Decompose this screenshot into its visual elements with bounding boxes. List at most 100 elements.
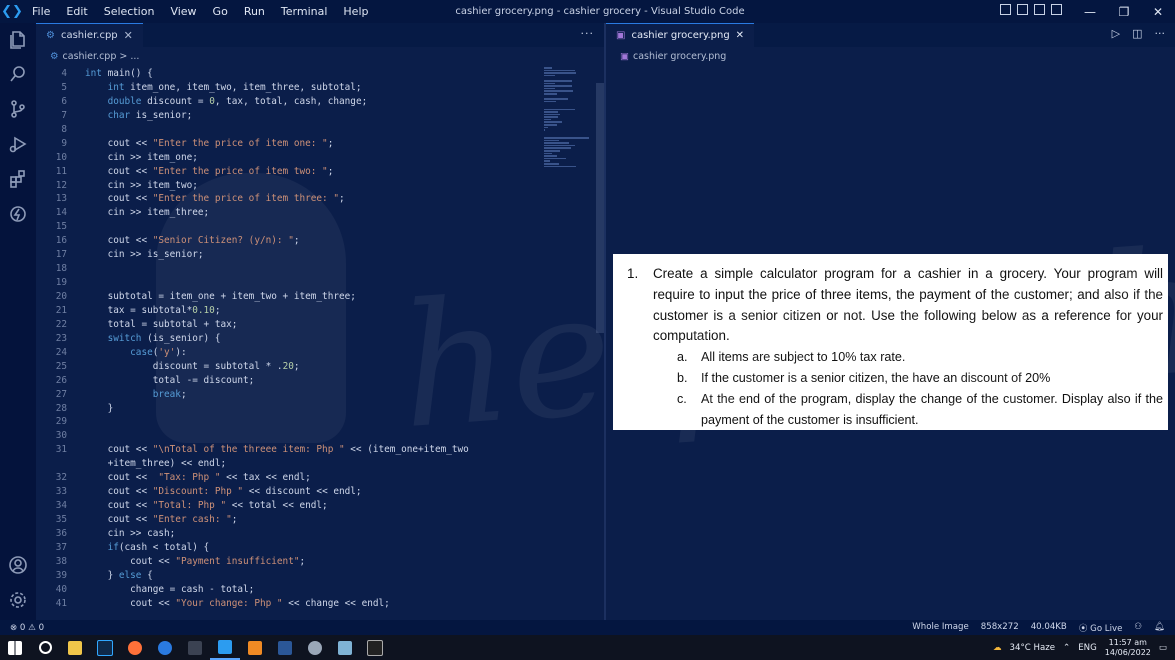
code-line[interactable]: 6 double discount = 0, tax, total, cash,… xyxy=(36,95,596,109)
go-live-button[interactable]: ⦿ Go Live xyxy=(1079,622,1123,634)
menu-selection[interactable]: Selection xyxy=(96,5,163,18)
code-line[interactable]: 33 cout << "Discount: Php " << discount … xyxy=(36,485,596,499)
minimap[interactable] xyxy=(544,67,596,168)
split-editor-icon[interactable]: ◫ xyxy=(1132,27,1142,40)
code-line[interactable]: 16 cout << "Senior Citizen? (y/n): "; xyxy=(36,234,596,248)
toggle-panel-icon[interactable] xyxy=(1017,4,1028,15)
code-line[interactable]: 25 discount = subtotal * .20; xyxy=(36,360,596,374)
browser-icon[interactable] xyxy=(150,635,180,660)
tab-cashier-cpp[interactable]: ⚙ cashier.cpp ✕ xyxy=(36,23,143,48)
code-line[interactable]: 27 break; xyxy=(36,388,596,402)
close-tab-icon[interactable]: ✕ xyxy=(124,29,133,42)
clock[interactable]: 11:57 am 14/06/2022 xyxy=(1105,638,1151,658)
code-line[interactable]: 11 cout << "Enter the price of item two:… xyxy=(36,165,596,179)
search-icon[interactable] xyxy=(6,62,30,86)
menu-run[interactable]: Run xyxy=(236,5,273,18)
code-line[interactable]: 4 int main() { xyxy=(36,67,596,81)
code-line[interactable]: 15 xyxy=(36,220,596,234)
code-line[interactable]: 26 total -= discount; xyxy=(36,374,596,388)
toggle-sidebar-icon[interactable] xyxy=(1000,4,1011,15)
app-icon[interactable] xyxy=(330,635,360,660)
breadcrumb[interactable]: ▣ cashier grocery.png xyxy=(606,47,1175,65)
code-line[interactable]: 9 cout << "Enter the price of item one: … xyxy=(36,137,596,151)
app-icon[interactable] xyxy=(240,635,270,660)
editor-scrollbar[interactable] xyxy=(596,83,604,333)
code-line[interactable]: 41 cout << "Your change: Php " << change… xyxy=(36,597,596,611)
code-line[interactable]: 34 cout << "Total: Php " << total << end… xyxy=(36,499,596,513)
run-icon[interactable]: ▷ xyxy=(1112,27,1120,40)
close-tab-icon[interactable]: ✕ xyxy=(736,30,744,41)
file-explorer-icon[interactable] xyxy=(60,635,90,660)
code-line[interactable]: 32 cout << "Tax: Php " << tax << endl; xyxy=(36,471,596,485)
menu-go[interactable]: Go xyxy=(205,5,236,18)
notification-center-icon[interactable]: ▭ xyxy=(1159,643,1167,653)
code-line[interactable]: 12 cin >> item_two; xyxy=(36,179,596,193)
image-zoom-mode[interactable]: Whole Image xyxy=(912,622,969,634)
explorer-icon[interactable] xyxy=(6,27,30,51)
menu-help[interactable]: Help xyxy=(335,5,376,18)
console-icon[interactable] xyxy=(360,635,390,660)
account-icon[interactable] xyxy=(6,553,30,577)
code-line[interactable]: 7 char is_senior; xyxy=(36,109,596,123)
code-line[interactable]: 13 cout << "Enter the price of item thre… xyxy=(36,192,596,206)
tab-cashier-grocery-png[interactable]: ▣ cashier grocery.png ✕ xyxy=(606,22,755,48)
code-line[interactable]: 40 change = cash - total; xyxy=(36,583,596,597)
code-line[interactable]: 10 cin >> item_one; xyxy=(36,151,596,165)
more-actions-icon[interactable]: ··· xyxy=(1155,27,1166,40)
toggle-secondary-sidebar-icon[interactable] xyxy=(1034,4,1045,15)
code-line[interactable]: 17 cin >> is_senior; xyxy=(36,248,596,262)
code-line[interactable]: 28 } xyxy=(36,402,596,416)
tray-chevron-icon[interactable]: ⌃ xyxy=(1063,643,1070,653)
source-control-icon[interactable] xyxy=(6,97,30,121)
code-line[interactable]: 5 int item_one, item_two, item_three, su… xyxy=(36,81,596,95)
word-icon[interactable] xyxy=(270,635,300,660)
code-line[interactable]: 23 switch (is_senior) { xyxy=(36,332,596,346)
problems-indicator[interactable]: ⊗ 0 ⚠ 0 xyxy=(0,623,44,633)
settings-gear-icon[interactable] xyxy=(6,588,30,612)
code-line[interactable]: 21 tax = subtotal*0.10; xyxy=(36,304,596,318)
code-line[interactable]: 20 subtotal = item_one + item_two + item… xyxy=(36,290,596,304)
minimap-line xyxy=(544,165,576,168)
extensions-icon[interactable] xyxy=(6,167,30,191)
code-line[interactable]: 22 total = subtotal + tax; xyxy=(36,318,596,332)
photoshop-icon[interactable] xyxy=(90,635,120,660)
more-actions-icon[interactable]: ··· xyxy=(581,27,595,40)
code-line[interactable]: 18 xyxy=(36,262,596,276)
language-indicator[interactable]: ENG xyxy=(1078,643,1097,653)
windows-start-icon[interactable] xyxy=(0,635,30,660)
code-line[interactable]: 31 cout << "\nTotal of the threee item: … xyxy=(36,443,596,457)
run-debug-icon[interactable] xyxy=(6,132,30,156)
code-line[interactable]: 36 cin >> cash; xyxy=(36,527,596,541)
code-line[interactable]: 24 case('y'): xyxy=(36,346,596,360)
search-icon[interactable] xyxy=(30,635,60,660)
notifications-bell-icon[interactable]: 🔔︎ xyxy=(1154,622,1165,634)
menu-file[interactable]: File xyxy=(24,5,58,18)
code-line[interactable]: 39 } else { xyxy=(36,569,596,583)
terminal-icon[interactable] xyxy=(180,635,210,660)
code-line[interactable]: 35 cout << "Enter cash: "; xyxy=(36,513,596,527)
minimize-button[interactable]: — xyxy=(1073,5,1107,19)
app-icon[interactable] xyxy=(300,635,330,660)
weather-text[interactable]: 34°C Haze xyxy=(1010,643,1056,653)
menu-edit[interactable]: Edit xyxy=(58,5,95,18)
code-line[interactable]: 38 cout << "Payment insufficient"; xyxy=(36,555,596,569)
firefox-icon[interactable] xyxy=(120,635,150,660)
code-editor[interactable]: 4 int main() {5 int item_one, item_two, i… xyxy=(36,67,596,611)
menu-view[interactable]: View xyxy=(162,5,204,18)
close-button[interactable]: ✕ xyxy=(1141,5,1175,19)
code-line[interactable]: 29 xyxy=(36,415,596,429)
code-line[interactable]: 14 cin >> item_three; xyxy=(36,206,596,220)
customize-layout-icon[interactable] xyxy=(1051,4,1062,15)
code-line[interactable]: +item_three) << endl; xyxy=(36,457,596,471)
code-line[interactable]: 37 if(cash < total) { xyxy=(36,541,596,555)
breadcrumb[interactable]: ⚙ cashier.cpp > ... xyxy=(36,47,604,65)
code-line[interactable]: 30 xyxy=(36,429,596,443)
live-share-icon[interactable] xyxy=(6,202,30,226)
code-line[interactable]: 8 xyxy=(36,123,596,137)
menu-terminal[interactable]: Terminal xyxy=(273,5,336,18)
vscode-taskbar-icon[interactable] xyxy=(210,635,240,660)
code-line[interactable]: 19 xyxy=(36,276,596,290)
weather-icon[interactable]: ☁ xyxy=(993,643,1002,653)
account-status-icon[interactable]: ⚇ xyxy=(1134,622,1142,634)
maximize-button[interactable]: ❐ xyxy=(1107,5,1141,19)
